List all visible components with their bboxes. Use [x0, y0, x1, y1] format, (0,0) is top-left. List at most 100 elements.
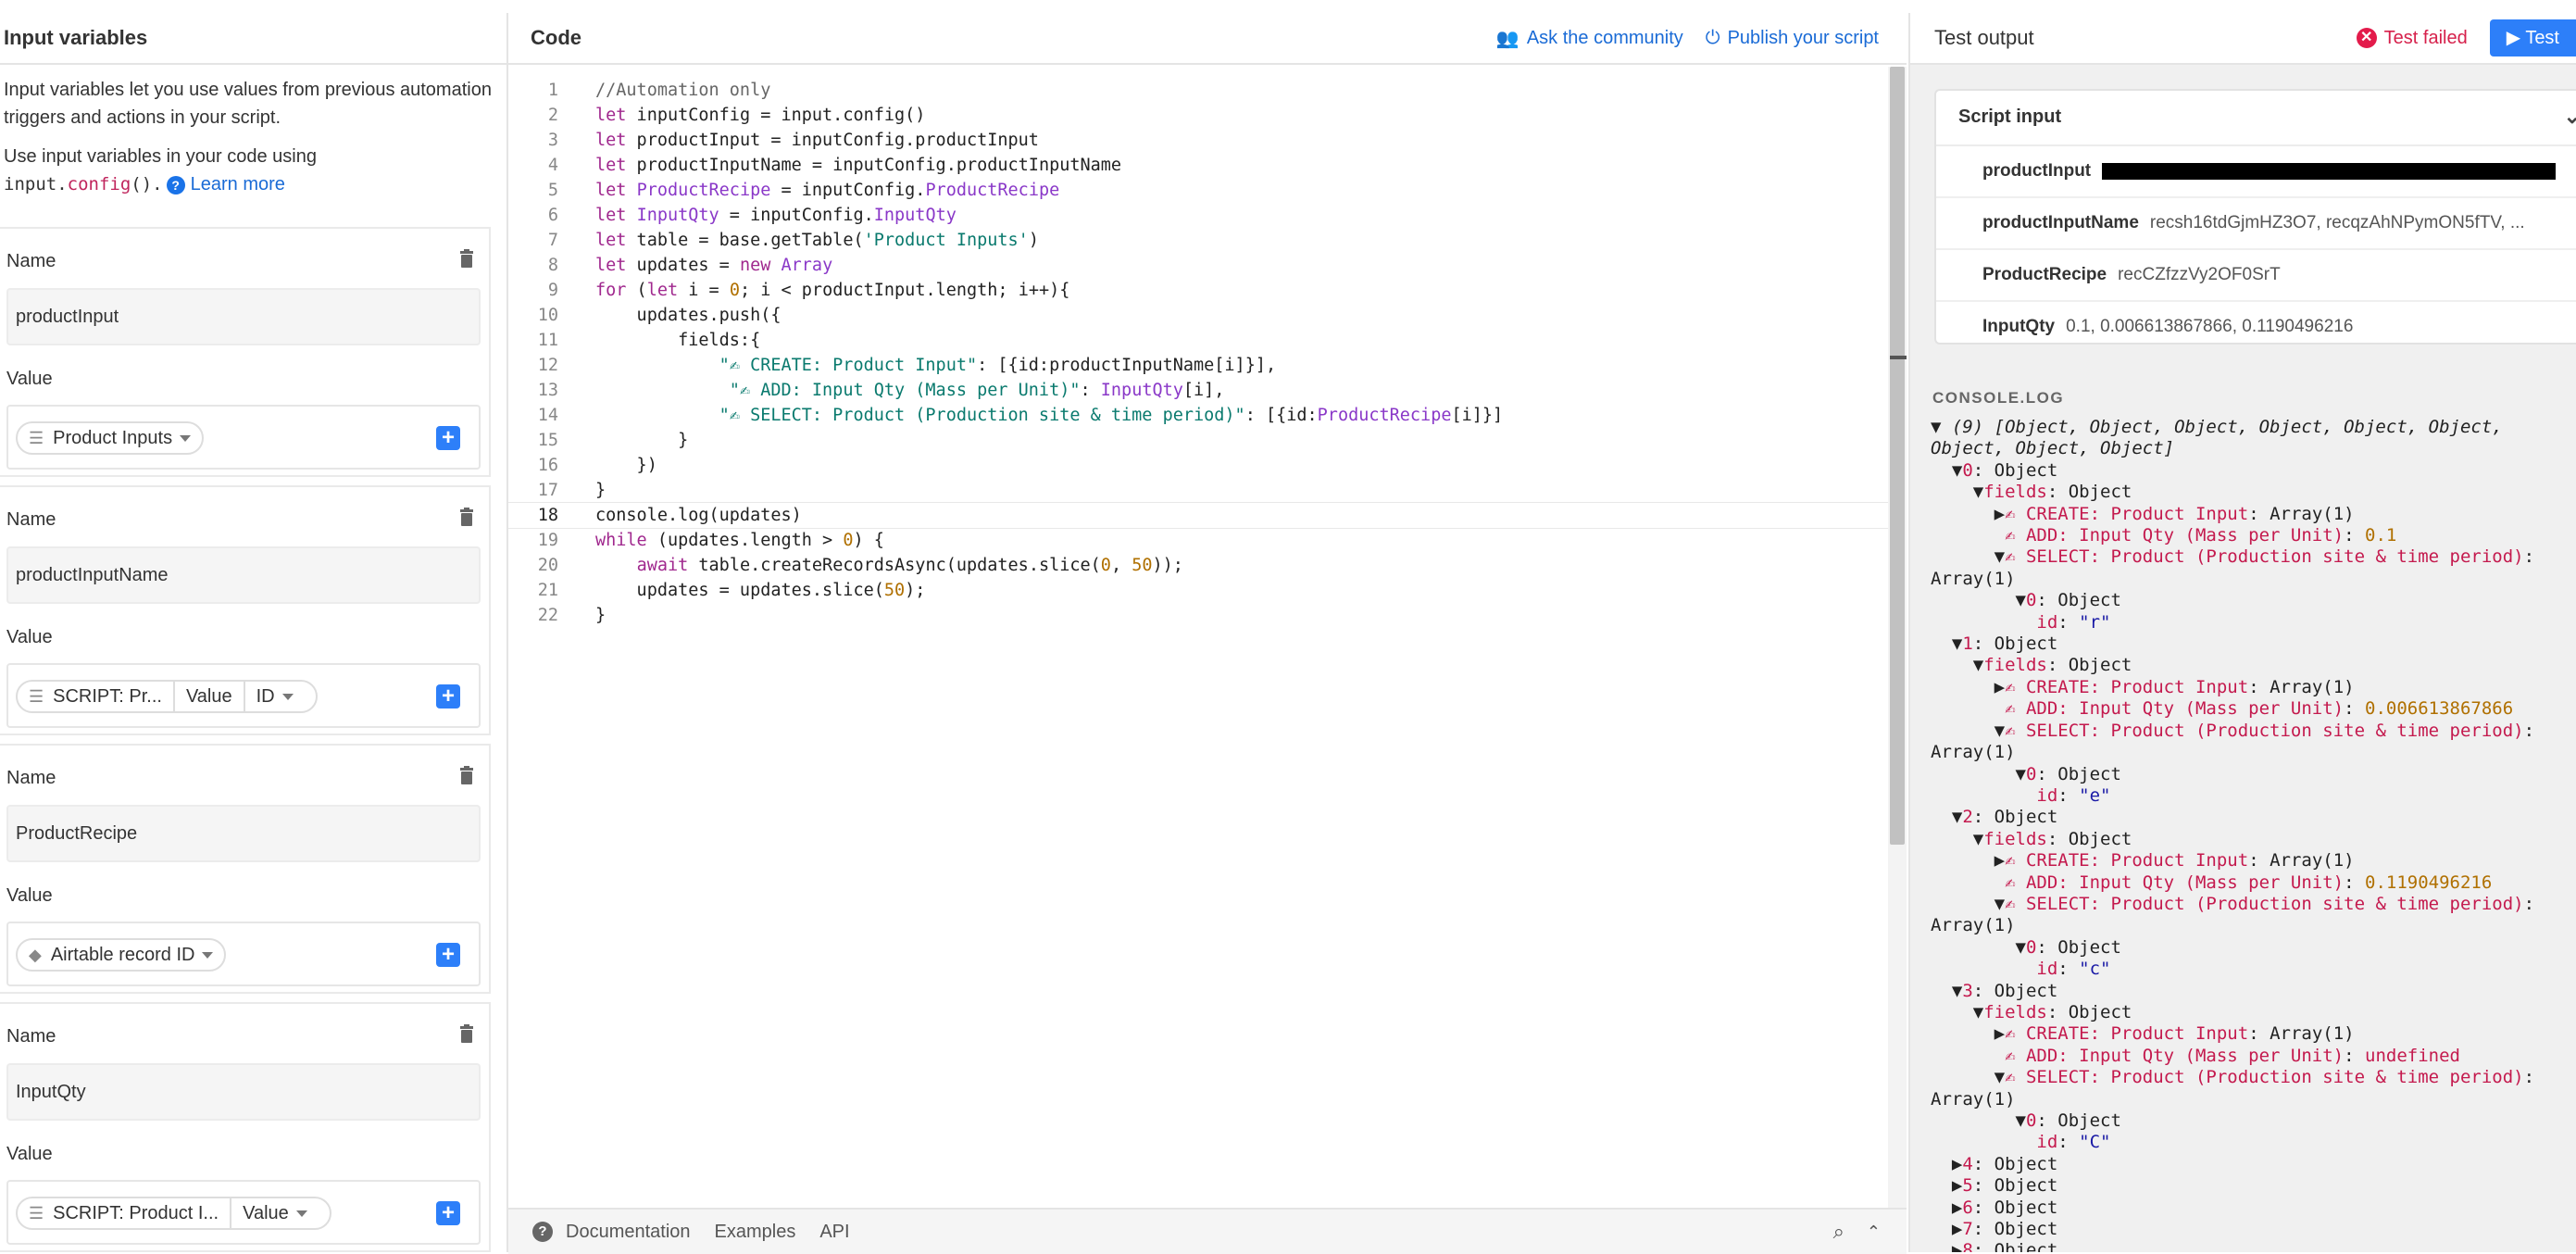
- chevron-up-icon[interactable]: ⌃: [1867, 1223, 1881, 1242]
- console-line[interactable]: ▼2: Object: [1931, 807, 2576, 828]
- line-number: 17: [537, 481, 558, 500]
- value-pill[interactable]: ☰ SCRIPT: Pr... Value ID: [16, 680, 318, 713]
- console-line[interactable]: ▶5: Object: [1931, 1175, 2576, 1197]
- help-icon[interactable]: ?: [166, 175, 185, 194]
- console-line[interactable]: ▶6: Object: [1931, 1198, 2576, 1219]
- code-line[interactable]: 2 let inputConfig = input.config(): [508, 103, 1888, 128]
- documentation-link[interactable]: Documentation: [566, 1222, 691, 1243]
- console-line[interactable]: ▼0: Object: [1931, 764, 2576, 785]
- value-pill[interactable]: ◆ Airtable record ID: [16, 938, 227, 972]
- code-text: "✍ CREATE: Product Input": [719, 356, 978, 375]
- code-line[interactable]: 3 let productInput = inputConfig.productI…: [508, 128, 1888, 153]
- code-line[interactable]: 6 let InputQty = inputConfig.InputQty: [508, 203, 1888, 228]
- script-input-header[interactable]: Script input ⌄: [1936, 91, 2576, 146]
- editor-scrollbar[interactable]: [1888, 67, 1907, 1208]
- name-field[interactable]: InputQty: [6, 1063, 481, 1121]
- console-line[interactable]: ▶✍ CREATE: Product Input: Array(1): [1931, 677, 2576, 698]
- name-field[interactable]: productInput: [6, 288, 481, 345]
- console-line[interactable]: ▼ (9) [Object, Object, Object, Object, O…: [1931, 417, 2576, 438]
- console-line[interactable]: ▼✍ SELECT: Product (Production site & ti…: [1931, 721, 2576, 742]
- code-line[interactable]: 5 let ProductRecipe = inputConfig.Product…: [508, 178, 1888, 203]
- console-key: id: [2036, 959, 2058, 980]
- code-text: ProductRecipe: [1317, 406, 1452, 425]
- console-line[interactable]: ▼fields: Object: [1931, 655, 2576, 676]
- publish-script-link[interactable]: ⏻ Publish your script: [1706, 27, 1879, 50]
- code-line[interactable]: 17}: [508, 478, 1888, 503]
- console-line: Object, Object, Object]: [1931, 438, 2175, 459]
- console-line[interactable]: ▼fields: Object: [1931, 482, 2576, 503]
- code-text: InputQty: [1100, 381, 1183, 400]
- console-line[interactable]: ▼3: Object: [1931, 981, 2576, 1002]
- value-pill[interactable]: ☰ SCRIPT: Product I... Value: [16, 1197, 331, 1230]
- code-line[interactable]: 21 updates = updates.slice(50);: [508, 578, 1888, 603]
- ask-community-link[interactable]: 👥 Ask the community: [1496, 27, 1683, 50]
- value-field[interactable]: ☰ Product Inputs +: [6, 405, 481, 470]
- code-line[interactable]: 12 "✍ CREATE: Product Input": [{id:produ…: [508, 353, 1888, 378]
- console-line[interactable]: ▶4: Object: [1931, 1154, 2576, 1175]
- code-editor[interactable]: 1 //Automation only 2 let inputConfig = in…: [508, 67, 1888, 1206]
- code-line[interactable]: 14 "✍ SELECT: Product (Production site &…: [508, 403, 1888, 428]
- code-line[interactable]: 13 "✍ ADD: Input Qty (Mass per Unit)": I…: [508, 378, 1888, 403]
- code-line[interactable]: 9 for (let i = 0; i < productInput.length…: [508, 278, 1888, 303]
- console-line[interactable]: ▼0: Object: [1931, 590, 2576, 611]
- add-token-button[interactable]: +: [436, 684, 460, 709]
- code-line[interactable]: 4 let productInputName = inputConfig.prod…: [508, 153, 1888, 178]
- input-row: ProductRecipe recCZfzzVy2OF0SrT: [1936, 250, 2576, 302]
- code-line[interactable]: 7 let table = base.getTable('Product Inpu…: [508, 228, 1888, 253]
- code-line[interactable]: 22}: [508, 603, 1888, 628]
- console-line[interactable]: ▼✍ SELECT: Product (Production site & ti…: [1931, 894, 2576, 915]
- console-line[interactable]: ▼fields: Object: [1931, 829, 2576, 850]
- api-link[interactable]: API: [819, 1222, 849, 1243]
- input-value: recCZfzzVy2OF0SrT: [2118, 265, 2281, 284]
- code-line[interactable]: 1 //Automation only: [508, 78, 1888, 103]
- console-line[interactable]: ▼fields: Object: [1931, 1002, 2576, 1023]
- add-token-button[interactable]: +: [436, 426, 460, 450]
- scrollbar-thumb[interactable]: [1890, 67, 1905, 845]
- learn-more-link[interactable]: Learn more: [191, 174, 285, 194]
- console-line[interactable]: ▶✍ CREATE: Product Input: Array(1): [1931, 850, 2576, 872]
- code-text: new: [739, 256, 771, 275]
- code-line[interactable]: 20 await table.createRecordsAsync(update…: [508, 553, 1888, 578]
- add-token-button[interactable]: +: [436, 943, 460, 967]
- code-line[interactable]: 11 fields:{: [508, 328, 1888, 353]
- chevron-down-icon[interactable]: ⌄: [2564, 91, 2576, 143]
- console-line[interactable]: ▼✍ SELECT: Product (Production site & ti…: [1931, 546, 2576, 568]
- value-field[interactable]: ◆ Airtable record ID +: [6, 922, 481, 986]
- console-line[interactable]: ▶✍ CREATE: Product Input: Array(1): [1931, 1023, 2576, 1045]
- trash-icon[interactable]: [459, 249, 474, 268]
- add-token-button[interactable]: +: [436, 1201, 460, 1225]
- code-line[interactable]: 16 }): [508, 453, 1888, 478]
- examples-link[interactable]: Examples: [715, 1222, 796, 1243]
- console-line[interactable]: ▼0: Object: [1931, 460, 2576, 482]
- console-output[interactable]: ▼ (9) [Object, Object, Object, Object, O…: [1931, 417, 2576, 1252]
- console-line[interactable]: ▼0: Object: [1931, 1110, 2576, 1132]
- help-icon[interactable]: ?: [532, 1222, 553, 1242]
- code-line-active[interactable]: 18 console.log(updates): [508, 502, 1888, 529]
- code-panel: Code 👥 Ask the community ⏻ Publish your sc…: [508, 13, 1907, 1254]
- intro-paragraph: Input variables let you use values from …: [4, 80, 492, 128]
- code-line[interactable]: 19 while (updates.length > 0) {: [508, 528, 1888, 553]
- code-text: console.log(updates): [595, 506, 802, 525]
- value-field[interactable]: ☰ SCRIPT: Product I... Value +: [6, 1180, 481, 1245]
- trash-icon[interactable]: [459, 766, 474, 784]
- console-key: id: [2036, 784, 2058, 806]
- console-line[interactable]: ▼0: Object: [1931, 937, 2576, 959]
- name-field[interactable]: productInputName: [6, 546, 481, 604]
- console-line[interactable]: ▶8: Object: [1931, 1240, 2576, 1252]
- test-button[interactable]: ▶ Test: [2489, 19, 2576, 56]
- console-line[interactable]: ▼✍ SELECT: Product (Production site & ti…: [1931, 1067, 2576, 1088]
- value-pill[interactable]: ☰ Product Inputs: [16, 421, 205, 455]
- console-line[interactable]: ▶7: Object: [1931, 1219, 2576, 1240]
- name-field[interactable]: ProductRecipe: [6, 805, 481, 862]
- trash-icon[interactable]: [459, 1024, 474, 1043]
- value-field[interactable]: ☰ SCRIPT: Pr... Value ID +: [6, 663, 481, 728]
- code-line[interactable]: 8 let updates = new Array: [508, 253, 1888, 278]
- code-line[interactable]: 15 }: [508, 428, 1888, 453]
- trash-icon[interactable]: [459, 508, 474, 526]
- code-line[interactable]: 10 updates.push({: [508, 303, 1888, 328]
- console-line[interactable]: ▶✍ CREATE: Product Input: Array(1): [1931, 504, 2576, 525]
- console-line[interactable]: ▼1: Object: [1931, 633, 2576, 655]
- console-key: ✍ SELECT: Product (Production site & tim…: [2005, 893, 2524, 914]
- search-icon[interactable]: ⌕: [1833, 1220, 1844, 1244]
